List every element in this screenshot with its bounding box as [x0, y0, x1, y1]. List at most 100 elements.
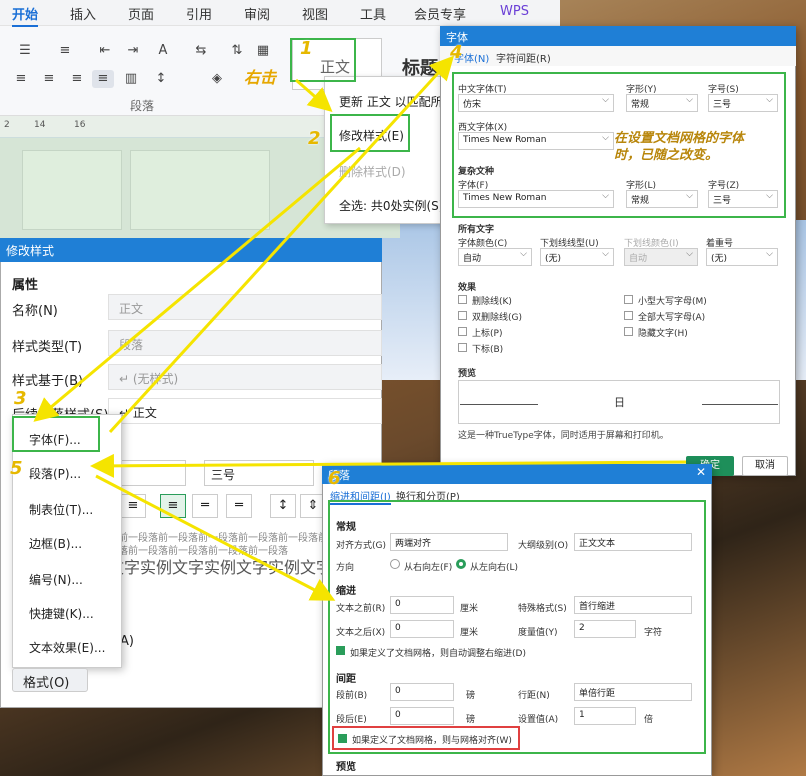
outline-select[interactable]: 正文文本 — [574, 533, 692, 551]
annotation-note: 在设置文档网格的字体时，已随之改变。 — [614, 131, 745, 163]
tab-tools[interactable]: 工具 — [360, 4, 386, 23]
underline-select[interactable]: (无) — [540, 248, 614, 266]
special-label: 特殊格式(S) — [518, 604, 567, 614]
menu-text-effects[interactable]: 文本效果(E)... — [29, 639, 105, 656]
close-icon[interactable]: ✕ — [696, 465, 706, 479]
highlight-snap-grid — [332, 726, 520, 750]
set-value-input[interactable]: 1 — [574, 707, 636, 725]
paragraph-group-label: 段落 — [130, 99, 155, 113]
menu-borders[interactable]: 边框(B)... — [29, 535, 82, 552]
tab-view[interactable]: 视图 — [302, 4, 328, 23]
align-left-icon[interactable]: ≡ — [10, 70, 32, 88]
highlight-modify — [330, 114, 410, 152]
font-dialog-title: 字体 — [440, 26, 796, 46]
ruler-mark: 2 — [4, 120, 10, 130]
menu-shortcut[interactable]: 快捷键(K)... — [29, 605, 94, 622]
align-right-icon[interactable]: ≡ — [66, 70, 88, 88]
menu-update-style[interactable]: 更新 正文 以匹配所 — [339, 93, 443, 110]
bullet-list-icon[interactable]: ☰ — [14, 42, 36, 60]
spacing-header: 间距 — [336, 674, 356, 685]
all-text-header: 所有文字 — [458, 225, 495, 235]
outline-label: 大纲级别(O) — [518, 541, 569, 551]
preview-line — [702, 404, 778, 405]
font-tabs — [440, 46, 796, 66]
tab-insert[interactable]: 插入 — [70, 4, 96, 23]
align-left-button[interactable]: ≡ — [120, 494, 146, 518]
line-spacing-icon[interactable]: ↕ — [150, 70, 172, 88]
space-after-input[interactable]: 0 — [390, 707, 454, 725]
font-color-select[interactable]: 自动 — [458, 248, 532, 266]
set-value-label: 设置值(A) — [518, 715, 559, 725]
direction-label: 方向 — [336, 563, 355, 573]
sort-icon[interactable]: ⇅ — [226, 42, 248, 60]
menu-tabs[interactable]: 制表位(T)... — [29, 501, 93, 518]
tab-wps-ai[interactable]: WPS — [500, 4, 529, 19]
align-select[interactable]: 两端对齐 — [390, 533, 508, 551]
hidden-label: 隐藏文字(H) — [638, 329, 688, 339]
measure-input[interactable]: 2 — [574, 620, 636, 638]
decrease-indent-icon[interactable]: ⇤ — [94, 42, 116, 60]
special-select[interactable]: 首行缩进 — [574, 596, 692, 614]
space-after-unit: 磅 — [466, 715, 476, 725]
superscript-checkbox[interactable] — [458, 327, 467, 336]
tab-references[interactable]: 引用 — [186, 4, 212, 23]
align-center-icon[interactable]: ≡ — [38, 70, 60, 88]
ltr-radio[interactable] — [456, 559, 466, 569]
menu-numbering[interactable]: 编号(N)... — [29, 571, 83, 588]
space-before-label: 段前(B) — [336, 691, 368, 701]
next-style-select[interactable]: ↵ 正文 — [108, 398, 382, 424]
style-type-select[interactable]: 段落 — [108, 330, 382, 356]
grid-icon[interactable]: ▦ — [252, 42, 274, 60]
tab-page[interactable]: 页面 — [128, 4, 154, 23]
numbered-list-icon[interactable]: ≡ — [54, 42, 76, 60]
tab-home[interactable]: 开始 — [12, 4, 39, 27]
based-on-select[interactable]: ↵ (无样式) — [108, 364, 382, 390]
subscript-checkbox[interactable] — [458, 343, 467, 352]
format-button[interactable]: 格式(O) — [12, 668, 88, 692]
space-before-input[interactable]: 0 — [390, 683, 454, 701]
tab-char-spacing[interactable]: 字符间距(R) — [496, 50, 551, 65]
increase-indent-icon[interactable]: ⇥ — [122, 42, 144, 60]
smallcaps-label: 小型大写字母(M) — [638, 297, 707, 307]
attributes-heading: 属性 — [12, 278, 39, 293]
allcaps-checkbox[interactable] — [624, 311, 633, 320]
menu-paragraph[interactable]: 段落(P)... — [29, 465, 81, 482]
smallcaps-checkbox[interactable] — [624, 295, 633, 304]
font-size-select[interactable]: 三号 — [204, 460, 314, 486]
preview-line — [460, 404, 538, 405]
tab-review[interactable]: 审阅 — [244, 4, 270, 23]
rtl-radio[interactable] — [390, 559, 400, 569]
auto-indent-checkbox[interactable] — [336, 646, 345, 655]
format-menu: 字体(F)... 段落(P)... 制表位(T)... 边框(B)... 编号(… — [12, 414, 122, 668]
ltr-label: 从左向右(L) — [470, 563, 519, 573]
strike-checkbox[interactable] — [458, 295, 467, 304]
before-text-input[interactable]: 0 — [390, 596, 454, 614]
name-input[interactable]: 正文 — [108, 294, 382, 320]
dstrike-checkbox[interactable] — [458, 311, 467, 320]
after-unit: 厘米 — [460, 628, 479, 638]
cancel-button[interactable]: 取消 — [742, 456, 788, 476]
direction-icon[interactable]: ⇆ — [190, 42, 212, 60]
underline-color-select[interactable]: 自动 — [624, 248, 698, 266]
align-right-button[interactable]: ═ — [226, 494, 252, 518]
justify-button[interactable]: ≡ — [160, 494, 186, 518]
right-click-annotation: 右击 — [244, 68, 277, 87]
hidden-checkbox[interactable] — [624, 327, 633, 336]
line-spacing-button[interactable]: ↕ — [270, 494, 296, 518]
align-center-button[interactable]: ═ — [192, 494, 218, 518]
effects-header: 效果 — [458, 283, 477, 293]
after-text-input[interactable]: 0 — [390, 620, 454, 638]
distribute-icon[interactable]: ▥ — [120, 70, 142, 88]
auto-indent-label: 如果定义了文档网格，则自动调整右缩进(D) — [350, 649, 526, 659]
space-after-label: 段后(E) — [336, 715, 367, 725]
justify-icon[interactable]: ≡ — [92, 70, 114, 88]
tab-member[interactable]: 会员专享 — [414, 4, 466, 23]
emphasis-select[interactable]: (无) — [706, 248, 778, 266]
menu-select-all[interactable]: 全选: 共0处实例(S) — [339, 197, 443, 214]
menu-bar: 开始 插入 页面 引用 审阅 视图 工具 会员专享 WPS — [0, 0, 560, 27]
font-size-icon[interactable]: A — [152, 42, 174, 60]
menu-delete-style[interactable]: 删除样式(D) — [339, 163, 406, 180]
shading-icon[interactable]: ◈ — [206, 70, 228, 88]
line-spacing-select[interactable]: 单倍行距 — [574, 683, 692, 701]
general-header: 常规 — [336, 522, 356, 533]
